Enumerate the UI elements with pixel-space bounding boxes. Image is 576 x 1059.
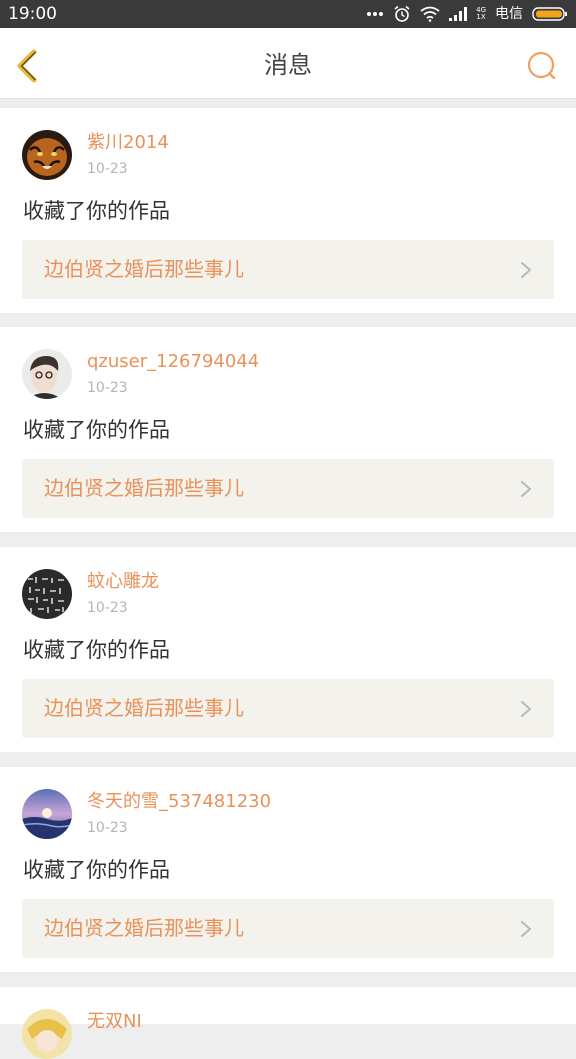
chevron-right-icon xyxy=(521,921,531,937)
avatar[interactable] xyxy=(22,1009,72,1059)
top-nav-bar: 消息 xyxy=(0,28,576,99)
status-icons: 4G 1X 电信 xyxy=(366,4,568,24)
work-link[interactable]: 边伯贤之婚后那些事儿 xyxy=(22,240,554,299)
avatar[interactable] xyxy=(22,349,72,399)
username[interactable]: 无双NI xyxy=(87,1011,142,1033)
notification-action: 收藏了你的作品 xyxy=(23,199,170,223)
username[interactable]: 冬天的雪_537481230 xyxy=(87,791,271,813)
search-icon xyxy=(527,51,556,80)
wifi-icon xyxy=(420,6,440,22)
network-type: 4G 1X xyxy=(476,7,486,21)
network-type-1x: 1X xyxy=(476,13,486,21)
notification-card: 蚊心雕龙 10-23 收藏了你的作品 边伯贤之婚后那些事儿 xyxy=(0,547,576,752)
notification-date: 10-23 xyxy=(87,161,128,177)
chevron-right-icon xyxy=(521,701,531,717)
avatar[interactable] xyxy=(22,130,72,180)
search-button[interactable] xyxy=(526,50,558,82)
alarm-icon xyxy=(394,5,410,22)
notification-card: 紫川2014 10-23 收藏了你的作品 边伯贤之婚后那些事儿 xyxy=(0,108,576,313)
status-time: 19:00 xyxy=(8,4,57,24)
notification-date: 10-23 xyxy=(87,380,128,396)
username[interactable]: 紫川2014 xyxy=(87,132,169,154)
notification-action: 收藏了你的作品 xyxy=(23,858,170,882)
carrier-label: 电信 xyxy=(495,6,523,22)
notification-card: 无双NI xyxy=(0,987,576,1059)
notification-card: qzuser_126794044 10-23 收藏了你的作品 边伯贤之婚后那些事… xyxy=(0,327,576,532)
notification-action: 收藏了你的作品 xyxy=(23,418,170,442)
work-link[interactable]: 边伯贤之婚后那些事儿 xyxy=(22,679,554,738)
username[interactable]: qzuser_126794044 xyxy=(87,351,259,373)
avatar[interactable] xyxy=(22,789,72,839)
notification-date: 10-23 xyxy=(87,820,128,836)
battery-icon xyxy=(532,7,567,21)
notification-card: 冬天的雪_537481230 10-23 收藏了你的作品 边伯贤之婚后那些事儿 xyxy=(0,767,576,972)
work-link[interactable]: 边伯贤之婚后那些事儿 xyxy=(22,899,554,958)
chevron-right-icon xyxy=(521,481,531,497)
avatar[interactable] xyxy=(22,569,72,619)
work-link[interactable]: 边伯贤之婚后那些事儿 xyxy=(22,459,554,518)
username[interactable]: 蚊心雕龙 xyxy=(87,571,159,593)
work-title: 边伯贤之婚后那些事儿 xyxy=(44,257,244,281)
signal-icon xyxy=(449,7,468,21)
notification-action: 收藏了你的作品 xyxy=(23,638,170,662)
page-title: 消息 xyxy=(264,51,312,79)
work-title: 边伯贤之婚后那些事儿 xyxy=(44,916,244,940)
notification-date: 10-23 xyxy=(87,600,128,616)
chevron-right-icon xyxy=(521,262,531,278)
work-title: 边伯贤之婚后那些事儿 xyxy=(44,696,244,720)
status-bar: 19:00 4G 1X 电信 xyxy=(0,0,576,28)
work-title: 边伯贤之婚后那些事儿 xyxy=(44,476,244,500)
more-dots-icon xyxy=(367,12,384,16)
